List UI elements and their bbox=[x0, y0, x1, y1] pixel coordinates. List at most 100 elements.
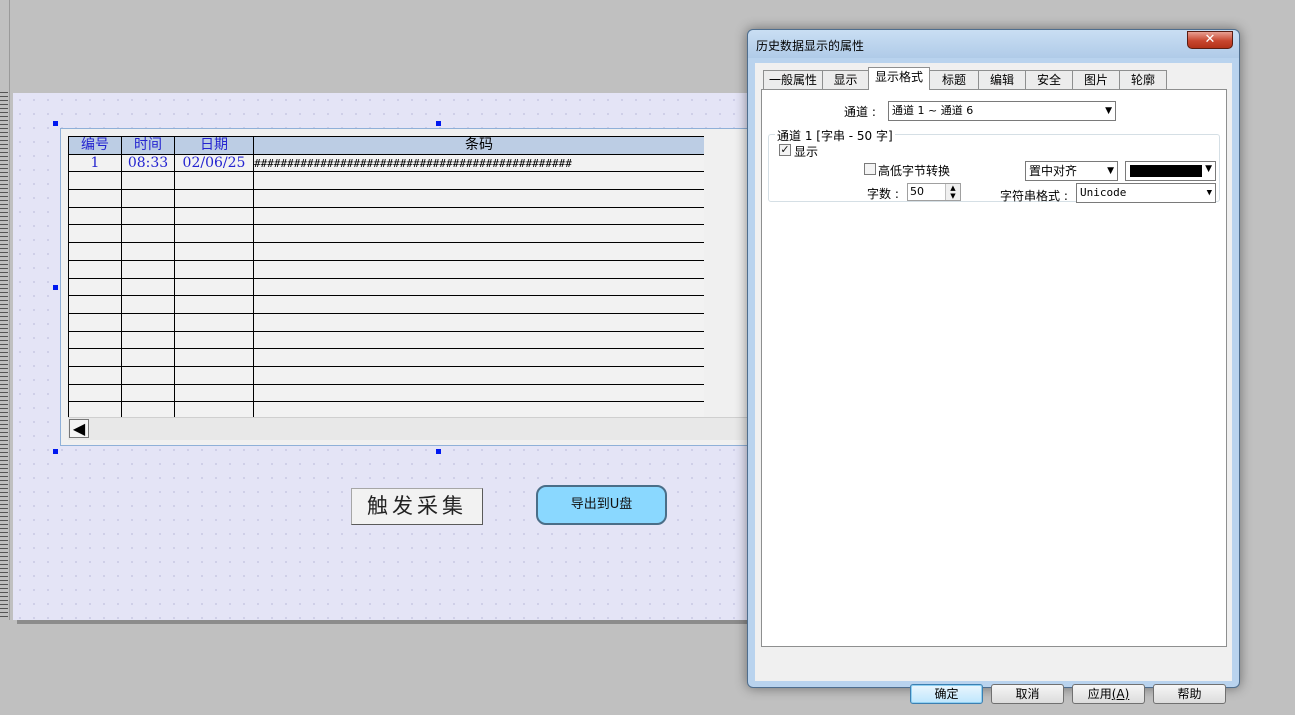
empty-cell bbox=[174, 312, 254, 332]
table-row bbox=[68, 224, 704, 244]
byte-swap-checkbox[interactable] bbox=[864, 163, 876, 175]
empty-cell bbox=[253, 242, 704, 261]
string-format-label: 字符串格式 : bbox=[1000, 189, 1068, 203]
tab-display[interactable]: 显示 bbox=[822, 70, 869, 89]
tab-general[interactable]: 一般属性 bbox=[763, 70, 823, 89]
empty-cell bbox=[121, 330, 175, 350]
empty-cell bbox=[174, 365, 254, 385]
selection-handle-bottom-center[interactable] bbox=[436, 449, 441, 454]
empty-cell bbox=[68, 330, 122, 350]
scroll-left-icon[interactable]: ◀ bbox=[69, 419, 89, 438]
empty-cell bbox=[121, 277, 175, 297]
empty-cell bbox=[121, 242, 175, 261]
apply-button[interactable]: 应用(A) bbox=[1072, 684, 1145, 704]
empty-cell bbox=[121, 259, 175, 279]
table-row bbox=[68, 401, 704, 418]
empty-cell bbox=[253, 401, 704, 418]
tab-security[interactable]: 安全 bbox=[1025, 70, 1073, 89]
header-date: 日期 bbox=[174, 136, 254, 155]
table-header-row: 编号 时间 日期 条码 bbox=[68, 136, 704, 155]
empty-cell bbox=[121, 224, 175, 244]
empty-cell bbox=[68, 295, 122, 314]
ok-button[interactable]: 确定 bbox=[910, 684, 983, 704]
empty-cell bbox=[174, 206, 254, 226]
horizontal-scrollbar[interactable]: ◀ bbox=[68, 417, 750, 440]
chevron-down-icon: ▼ bbox=[1107, 166, 1114, 176]
chevron-down-icon: ▼ bbox=[1205, 164, 1212, 174]
ruler-ticks bbox=[0, 92, 8, 620]
table-row bbox=[68, 189, 704, 208]
table-row bbox=[68, 171, 704, 191]
table-row: 1 08:33 02/06/25 #######################… bbox=[68, 153, 704, 173]
tab-display-format[interactable]: 显示格式 bbox=[868, 67, 930, 90]
header-time: 时间 bbox=[121, 136, 175, 155]
empty-cell bbox=[68, 259, 122, 279]
history-data-table-widget[interactable]: 编号 时间 日期 条码 1 08:33 02/06/25 ###########… bbox=[60, 128, 750, 446]
table-row bbox=[68, 348, 704, 367]
selection-handle-middle-left[interactable] bbox=[53, 285, 58, 290]
empty-cell bbox=[253, 189, 704, 208]
char-count-value: 50 bbox=[910, 185, 924, 198]
channel-select[interactable]: 通道 1 ~ 通道 6 ▼ bbox=[888, 101, 1116, 121]
selection-handle-bottom-left[interactable] bbox=[53, 449, 58, 454]
spinner-arrows-icon[interactable]: ▲ ▼ bbox=[945, 184, 960, 200]
table-row bbox=[68, 206, 704, 226]
empty-cell bbox=[253, 277, 704, 297]
empty-cell bbox=[253, 383, 704, 403]
show-checkbox[interactable]: ✓ bbox=[779, 144, 791, 156]
chevron-down-icon: ▼ bbox=[1206, 188, 1212, 198]
empty-cell bbox=[174, 224, 254, 244]
history-grid: 编号 时间 日期 条码 1 08:33 02/06/25 ###########… bbox=[68, 136, 704, 418]
table-row bbox=[68, 383, 704, 403]
empty-cell bbox=[174, 383, 254, 403]
properties-dialog: 历史数据显示的属性 ✕ 一般属性 显示 显示格式 标题 编辑 安全 图片 轮廓 … bbox=[747, 29, 1240, 704]
empty-cell bbox=[174, 189, 254, 208]
dialog-titlebar[interactable]: 历史数据显示的属性 ✕ bbox=[748, 30, 1239, 58]
tab-edit[interactable]: 编辑 bbox=[978, 70, 1026, 89]
empty-cell bbox=[253, 365, 704, 385]
dialog-client: 一般属性 显示 显示格式 标题 编辑 安全 图片 轮廓 通道 : 通道 1 ~ … bbox=[755, 63, 1232, 704]
empty-cell bbox=[121, 189, 175, 208]
string-format-value: Unicode bbox=[1080, 186, 1127, 199]
selection-handle-top-center[interactable] bbox=[436, 121, 441, 126]
tab-title[interactable]: 标题 bbox=[929, 70, 979, 89]
display-format-panel: 通道 : 通道 1 ~ 通道 6 ▼ 通道 1 [字串 - 50 字] ✓ 显示… bbox=[761, 89, 1227, 647]
empty-cell bbox=[253, 259, 704, 279]
chevron-down-icon: ▼ bbox=[1105, 106, 1112, 116]
text-color-picker[interactable]: ▼ bbox=[1125, 161, 1216, 181]
empty-cell bbox=[68, 312, 122, 332]
empty-cell bbox=[121, 365, 175, 385]
empty-cell bbox=[121, 401, 175, 418]
empty-cell bbox=[121, 171, 175, 191]
char-count-spinner[interactable]: 50 ▲ ▼ bbox=[907, 183, 961, 201]
trigger-collect-button[interactable]: 触发采集 bbox=[351, 488, 483, 525]
empty-cell bbox=[68, 206, 122, 226]
string-format-select[interactable]: Unicode ▼ bbox=[1076, 183, 1216, 203]
selection-handle-top-left[interactable] bbox=[53, 121, 58, 126]
empty-cell bbox=[174, 277, 254, 297]
header-id: 编号 bbox=[68, 136, 122, 155]
cell-time: 08:33 bbox=[121, 153, 175, 173]
table-row bbox=[68, 259, 704, 279]
empty-cell bbox=[174, 242, 254, 261]
close-icon[interactable]: ✕ bbox=[1187, 31, 1233, 49]
empty-cell bbox=[174, 330, 254, 350]
empty-cell bbox=[174, 348, 254, 367]
empty-cell bbox=[174, 259, 254, 279]
channel-groupbox: 通道 1 [字串 - 50 字] ✓ 显示 高低字节转换 置中对齐 ▼ ▼ 字数… bbox=[768, 127, 1220, 203]
empty-cell bbox=[253, 224, 704, 244]
empty-cell bbox=[253, 206, 704, 226]
alignment-select[interactable]: 置中对齐 ▼ bbox=[1025, 161, 1118, 181]
help-button[interactable]: 帮助 bbox=[1153, 684, 1226, 704]
byte-swap-label: 高低字节转换 bbox=[878, 164, 951, 178]
cell-barcode: ########################################… bbox=[253, 153, 704, 173]
table-row bbox=[68, 295, 704, 314]
cancel-button[interactable]: 取消 bbox=[991, 684, 1064, 704]
dialog-title: 历史数据显示的属性 bbox=[756, 39, 865, 53]
export-to-usb-button[interactable]: 导出到U盘 bbox=[536, 485, 667, 525]
empty-cell bbox=[68, 348, 122, 367]
empty-cell bbox=[68, 401, 122, 418]
tab-outline[interactable]: 轮廓 bbox=[1119, 70, 1167, 89]
tab-image[interactable]: 图片 bbox=[1072, 70, 1120, 89]
empty-cell bbox=[68, 383, 122, 403]
